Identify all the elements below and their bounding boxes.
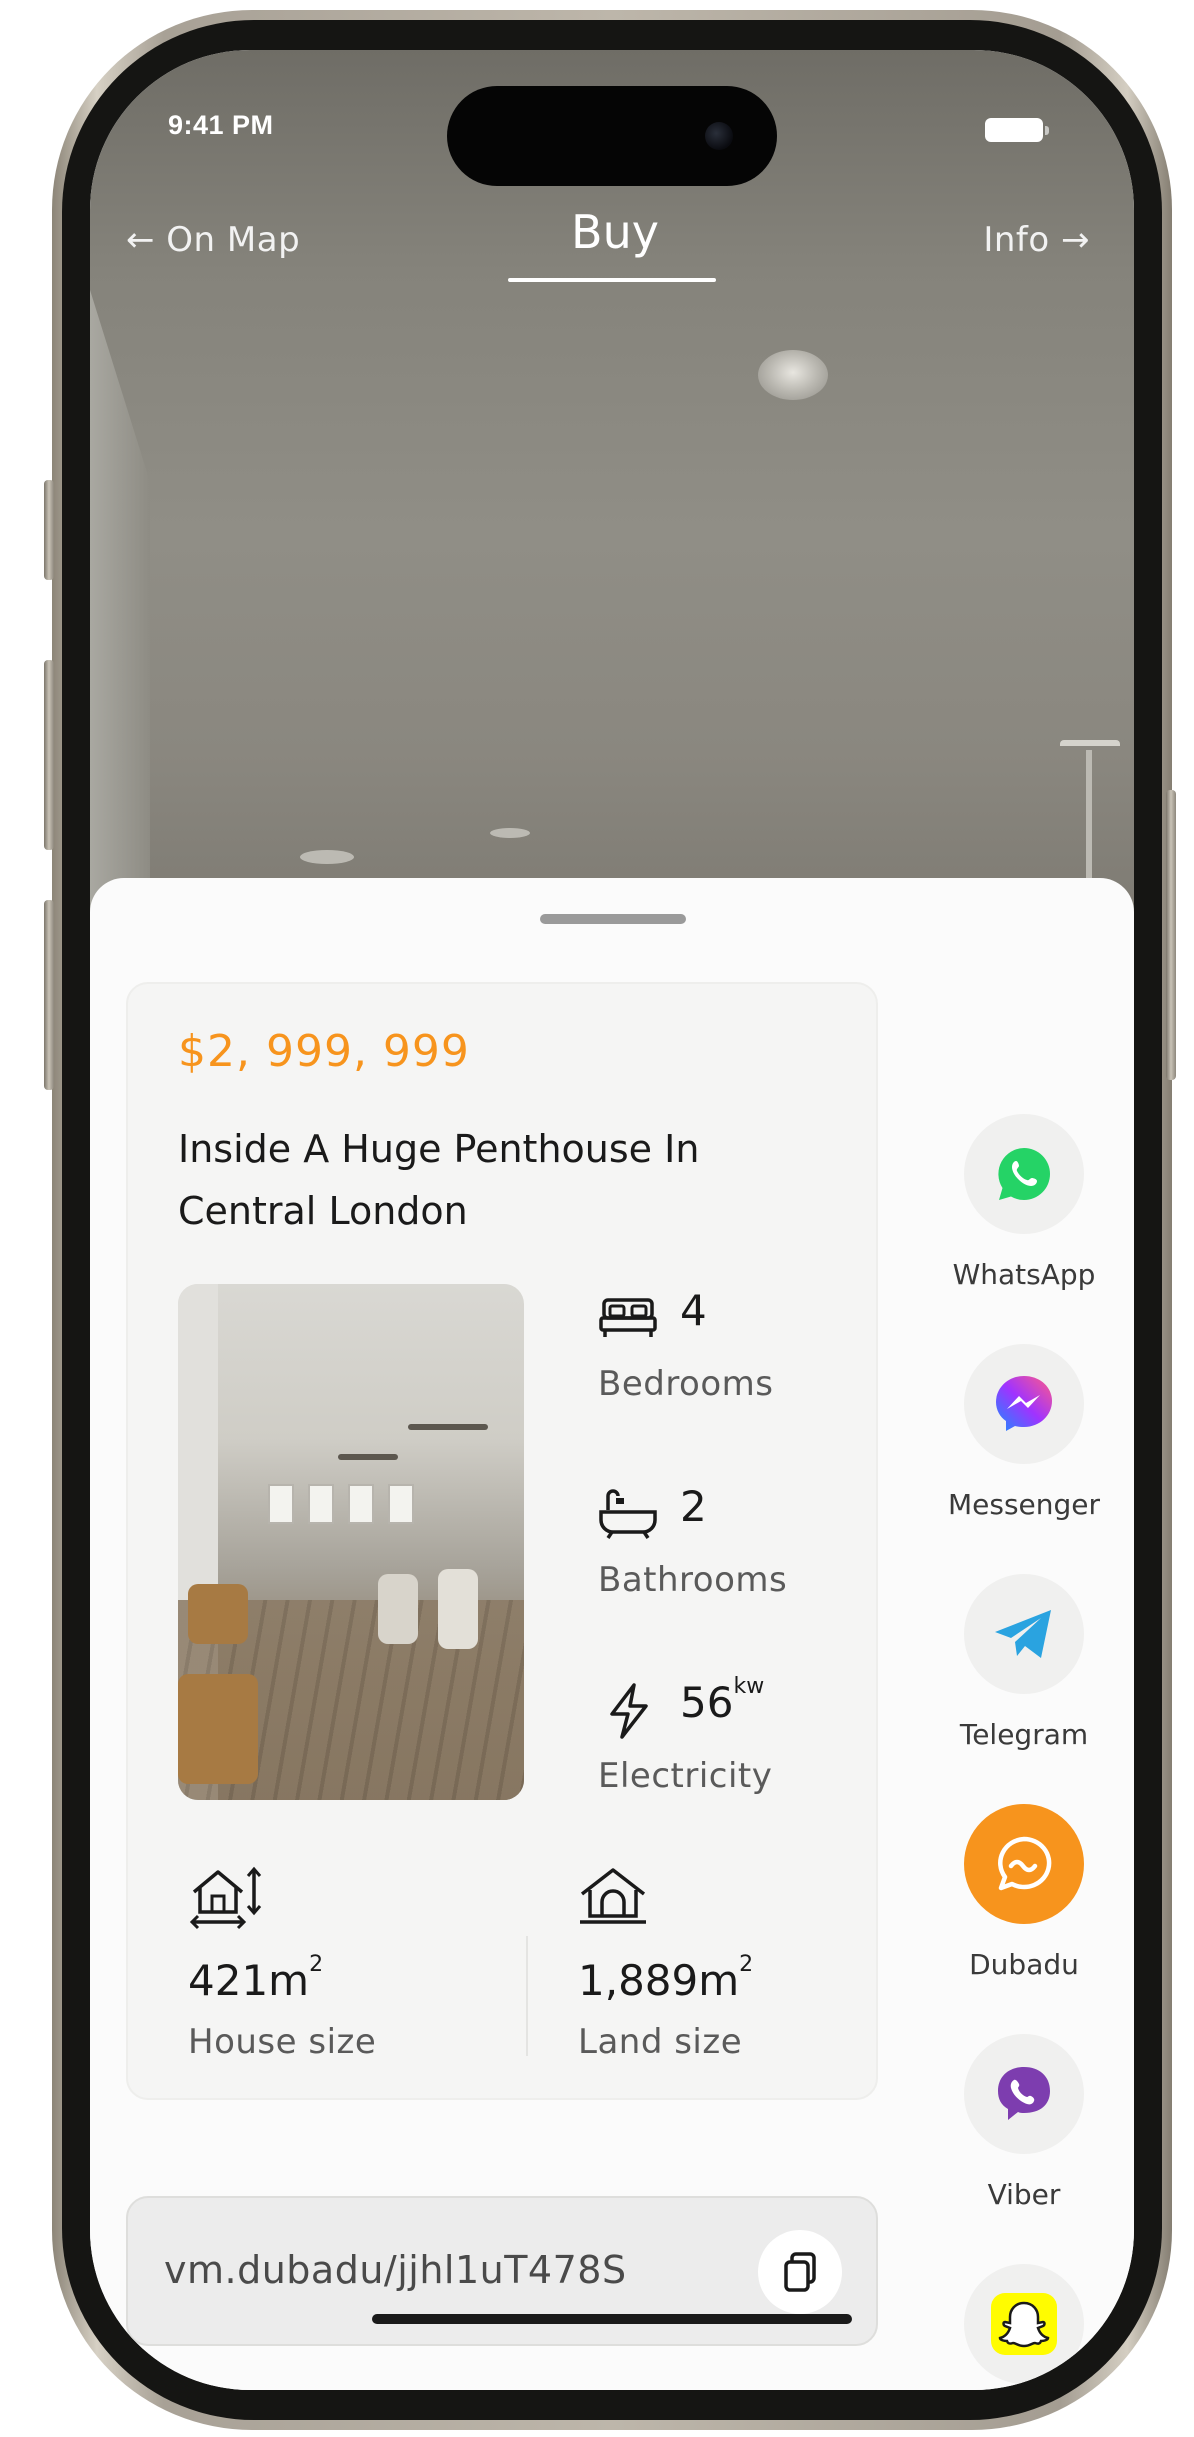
snapchat-icon [991,2293,1057,2355]
viber-button[interactable] [964,2034,1084,2154]
land-size-number: 1,889m [578,1956,740,2005]
photo-spotlight [490,828,530,838]
share-viber[interactable]: Viber [914,2034,1134,2211]
house-size-number: 421m [188,1956,310,2005]
photo-armchair [178,1674,258,1784]
bedrooms-label: Bedrooms [598,1364,774,1404]
dubadu-icon [998,1836,1052,1891]
bathtub-icon [599,1489,657,1539]
share-link-url[interactable]: vm.dubadu/jjhl1uT478S [164,2248,627,2292]
copy-icon [784,2252,816,2292]
phone-volume-up-button [44,660,54,850]
battery-icon [985,118,1049,142]
house-size-value: 421m2 [188,1952,323,2005]
dynamic-island [447,86,777,186]
tab-buy[interactable]: Buy [510,205,720,259]
photo-armchair [188,1584,248,1644]
share-whatsapp[interactable]: WhatsApp [914,1114,1134,1291]
electricity-label: Electricity [598,1756,773,1796]
telegram-icon [995,1610,1051,1658]
photo-dining-chair [438,1569,478,1649]
info-link[interactable]: Info → [983,220,1090,260]
photo-window [268,1484,294,1524]
whatsapp-icon [998,1148,1050,1200]
bedrooms-value: 4 [680,1286,707,1335]
listing-photo[interactable] [178,1284,524,1800]
on-map-link[interactable]: ← On Map [126,220,300,260]
home-indicator[interactable] [372,2314,852,2324]
electricity-value: 56kw [680,1674,764,1727]
share-label: Dubadu [969,1948,1079,1981]
land-size-icon [580,1868,646,1924]
share-label: WhatsApp [952,1258,1096,1291]
sheet-grabber[interactable] [540,914,686,924]
photo-ceiling-fan [1060,740,1120,780]
dubadu-button[interactable] [964,1804,1084,1924]
house-size-icon [189,1866,262,1930]
photo-wall [90,290,150,930]
electricity-unit: kw [733,1674,765,1699]
lightning-icon [610,1683,648,1739]
telegram-button[interactable] [964,1574,1084,1694]
land-size-unit: 2 [739,1952,754,1977]
photo-window [348,1484,374,1524]
bed-icon [599,1298,657,1337]
listing-card: $2, 999, 999 Inside A Huge Penthouse In … [126,982,878,2100]
phone-volume-down-button [44,900,54,1090]
bathrooms-value: 2 [680,1482,707,1531]
share-label: Messenger [947,1488,1101,1521]
photo-dining-chair [378,1574,418,1644]
photo-ceiling-fan [408,1424,488,1430]
share-label: Viber [987,2178,1061,2211]
size-divider [526,1936,528,2056]
status-time: 9:41 PM [168,110,274,140]
phone-power-button [1166,790,1176,1080]
messenger-icon [996,1376,1052,1431]
photo-ceiling-light [758,350,828,400]
photo-ceiling-fan [338,1454,398,1460]
share-messenger[interactable]: Messenger [914,1344,1134,1521]
share-label: Telegram [959,1718,1089,1751]
share-snapchat[interactable] [914,2264,1134,2384]
viber-icon [998,2067,1050,2120]
copy-link-button[interactable] [758,2230,842,2314]
house-size-label: House size [188,2022,377,2062]
share-telegram[interactable]: Telegram [914,1574,1134,1751]
share-dubadu[interactable]: Dubadu [914,1804,1134,1981]
land-size-label: Land size [578,2022,743,2062]
bathrooms-label: Bathrooms [598,1560,788,1600]
house-size-unit: 2 [309,1952,324,1977]
phone-screen: 9:41 PM ← On Map Buy Info → $2, 999, 999… [90,50,1134,2390]
land-size-value: 1,889m2 [578,1952,753,2005]
front-camera [705,122,733,150]
snapchat-button[interactable] [964,2264,1084,2384]
listing-title: Inside A Huge Penthouse In Central Londo… [178,1127,700,1233]
listing-price: $2, 999, 999 [178,1026,470,1077]
whatsapp-button[interactable] [964,1114,1084,1234]
photo-spotlight [300,850,354,864]
tab-buy-underline [508,278,716,282]
listing-sheet: $2, 999, 999 Inside A Huge Penthouse In … [90,878,1134,2390]
photo-window [388,1484,414,1524]
messenger-button[interactable] [964,1344,1084,1464]
photo-window [308,1484,334,1524]
electricity-number: 56 [680,1678,734,1727]
phone-side-button [44,480,54,580]
